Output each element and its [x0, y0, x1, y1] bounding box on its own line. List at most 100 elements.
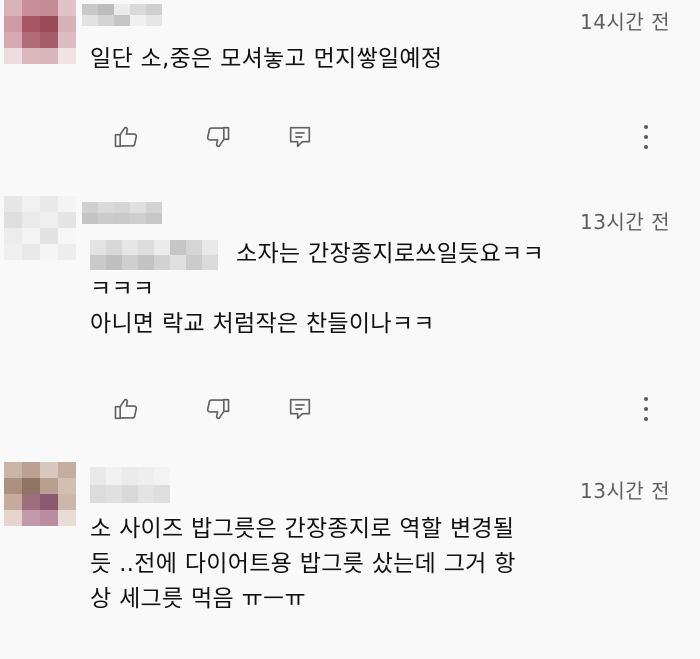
- avatar-pixel: [40, 48, 58, 64]
- author-name-pixel: [82, 213, 98, 224]
- avatar-pixel: [40, 478, 58, 494]
- author-name-pixel: [114, 15, 130, 26]
- avatar-pixel: [4, 48, 22, 64]
- reply-button[interactable]: [280, 389, 320, 429]
- author-name-pixel: [154, 485, 170, 503]
- mention-name-pixel: [154, 239, 170, 255]
- avatar-pixel: [58, 462, 76, 478]
- mention-author[interactable]: [90, 239, 218, 270]
- author-name-pixel: [82, 4, 98, 15]
- avatar-pixel: [58, 228, 76, 244]
- avatar-pixel: [58, 48, 76, 64]
- comment-thread: 13시간 전 소자는 간장종지로쓰일듯요ㅋㅋ ㅋㅋㅋ 아니면 락교 처럼작은 찬…: [0, 190, 700, 445]
- more-actions-button[interactable]: [636, 117, 656, 157]
- comment-timestamp[interactable]: 13시간 전: [580, 206, 670, 235]
- avatar-pixel: [40, 462, 58, 478]
- avatar[interactable]: [4, 462, 76, 526]
- author-name-pixel: [90, 485, 106, 503]
- comment-actions: [100, 117, 700, 157]
- author-name-pixel: [130, 4, 146, 15]
- author-name-pixel: [82, 202, 98, 213]
- author-name-pixel: [146, 213, 162, 224]
- author-name-pixel: [114, 213, 130, 224]
- avatar-pixel: [58, 510, 76, 526]
- comment-timestamp[interactable]: 14시간 전: [580, 6, 670, 35]
- dislike-button[interactable]: [198, 117, 238, 157]
- avatar-pixel: [40, 196, 58, 212]
- author-name-pixel: [98, 4, 114, 15]
- author-name-pixel: [122, 485, 138, 503]
- mention-name-pixel: [202, 254, 218, 270]
- avatar[interactable]: [4, 0, 76, 64]
- thumbs-up-icon: [114, 126, 138, 148]
- avatar-pixel: [22, 510, 40, 526]
- like-button[interactable]: [106, 117, 146, 157]
- comment-mention-text: 소자는 간장종지로쓰일듯요ㅋㅋ: [236, 241, 545, 267]
- avatar-pixel: [58, 478, 76, 494]
- author-name-pixel: [106, 467, 122, 485]
- mention-name-pixel: [122, 239, 138, 255]
- avatar-pixel: [58, 16, 76, 32]
- avatar-pixel: [22, 0, 40, 16]
- author-name-pixel: [130, 202, 146, 213]
- like-button[interactable]: [106, 389, 146, 429]
- author-name-pixel: [130, 15, 146, 26]
- more-actions-button[interactable]: [636, 389, 656, 429]
- mention-name-pixel: [106, 254, 122, 270]
- comment-text-line: 일단 소,중은 모셔놓고 먼지쌓일예정: [90, 46, 443, 72]
- avatar-pixel: [22, 196, 40, 212]
- avatar-pixel: [4, 0, 22, 16]
- avatar-pixel: [58, 494, 76, 510]
- author-name-pixel: [154, 467, 170, 485]
- avatar-pixel: [4, 462, 22, 478]
- mention-name-pixel: [186, 254, 202, 270]
- mention-name-pixel: [138, 254, 154, 270]
- author-name-pixel: [82, 15, 98, 26]
- author-name-pixel: [122, 467, 138, 485]
- author-name[interactable]: [82, 202, 166, 224]
- author-name[interactable]: [90, 467, 238, 503]
- mention-name-pixel: [186, 239, 202, 255]
- more-vert-dot: [644, 417, 648, 421]
- avatar-pixel: [4, 510, 22, 526]
- mention-name-pixel: [90, 239, 106, 255]
- avatar-pixel: [4, 212, 22, 228]
- more-vert-dot: [644, 145, 648, 149]
- avatar-pixel: [22, 16, 40, 32]
- comment-body: 소자는 간장종지로쓰일듯요ㅋㅋ ㅋㅋㅋ 아니면 락교 처럼작은 찬들이나ㅋㅋ: [90, 237, 660, 342]
- thumbs-up-icon: [114, 398, 138, 420]
- avatar-pixel: [22, 244, 40, 260]
- author-name[interactable]: [82, 4, 178, 26]
- comment-timestamp[interactable]: 13시간 전: [580, 475, 670, 504]
- mention-name-pixel: [170, 254, 186, 270]
- author-name-pixel: [98, 15, 114, 26]
- avatar-pixel: [22, 478, 40, 494]
- avatar-pixel: [22, 494, 40, 510]
- avatar[interactable]: [4, 196, 76, 260]
- more-vert-dot: [644, 407, 648, 411]
- dislike-button[interactable]: [198, 389, 238, 429]
- author-name-pixel: [138, 485, 154, 503]
- avatar-pixel: [40, 494, 58, 510]
- reply-button[interactable]: [280, 117, 320, 157]
- comment-text-line: 소 사이즈 밥그릇은 간장종지로 역할 변경될: [90, 516, 515, 542]
- comment-text-line: 소자는 간장종지로쓰일듯요ㅋㅋ: [90, 237, 660, 272]
- comment-body: 일단 소,중은 모셔놓고 먼지쌓일예정: [90, 42, 660, 77]
- avatar-pixel: [58, 196, 76, 212]
- avatar-pixel: [40, 16, 58, 32]
- mention-name-pixel: [202, 239, 218, 255]
- avatar-pixel: [40, 0, 58, 16]
- mention-name-pixel: [106, 239, 122, 255]
- reply-icon: [289, 126, 311, 148]
- comment-text-line: 아니면 락교 처럼작은 찬들이나ㅋㅋ: [90, 311, 435, 337]
- author-name-pixel: [98, 202, 114, 213]
- comment-text-line: 상 세그릇 먹음 ㅠㅡㅠ: [90, 586, 306, 612]
- avatar-pixel: [4, 196, 22, 212]
- author-name-pixel: [146, 202, 162, 213]
- avatar-pixel: [4, 244, 22, 260]
- mention-name-pixel: [90, 254, 106, 270]
- author-name-pixel: [106, 485, 122, 503]
- avatar-pixel: [40, 212, 58, 228]
- comment-actions: [100, 389, 700, 429]
- avatar-pixel: [4, 32, 22, 48]
